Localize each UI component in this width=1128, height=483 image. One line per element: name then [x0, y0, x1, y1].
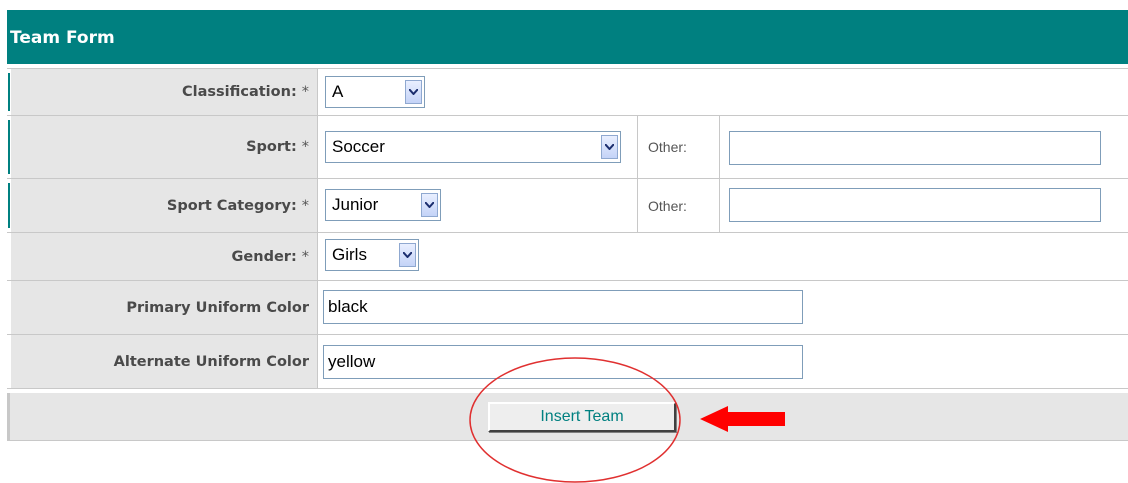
chevron-down-icon[interactable] [405, 80, 422, 104]
gender-select[interactable]: Girls [325, 239, 419, 271]
classification-label: Classification: * [11, 69, 317, 115]
sport-other-input[interactable] [729, 131, 1101, 165]
classification-row: Classification: * A [7, 69, 1128, 116]
required-marker: * [301, 248, 309, 265]
primary-color-cell: black [317, 281, 1128, 334]
classification-cell: A [317, 69, 1128, 115]
primary-color-input[interactable]: black [323, 290, 803, 324]
form-title: Team Form [7, 10, 1128, 64]
alternate-color-cell: yellow [317, 335, 1128, 388]
sport-category-select[interactable]: Junior [325, 189, 441, 221]
sport-category-other-cell [719, 179, 1128, 232]
classification-select[interactable]: A [325, 76, 425, 108]
sport-value: Soccer [332, 137, 385, 156]
required-marker: * [301, 84, 309, 100]
button-row: Insert Team [7, 393, 1128, 441]
required-marker: * [301, 139, 309, 155]
sport-category-value: Junior [332, 195, 379, 214]
chevron-down-icon[interactable] [421, 193, 438, 217]
sport-select[interactable]: Soccer [325, 131, 621, 163]
primary-color-label: Primary Uniform Color [11, 281, 317, 334]
chevron-down-icon[interactable] [399, 243, 416, 267]
gender-label-text: Gender: [231, 248, 297, 265]
primary-color-row: Primary Uniform Color black [7, 281, 1128, 335]
classification-value: A [332, 82, 344, 101]
gender-row: Gender: * Girls [7, 233, 1128, 281]
gender-label: Gender: * [11, 233, 317, 280]
sport-category-label: Sport Category: * [11, 179, 317, 232]
sport-label: Sport: * [11, 116, 317, 178]
chevron-down-icon[interactable] [601, 135, 618, 159]
sport-row: Sport: * Soccer Other: [7, 116, 1128, 179]
team-form: Classification: * A Sport: * Soccer Othe… [7, 68, 1128, 389]
sport-category-row: Sport Category: * Junior Other: [7, 179, 1128, 233]
sport-other-label: Other: [637, 116, 719, 178]
alternate-color-row: Alternate Uniform Color yellow [7, 335, 1128, 389]
insert-team-button[interactable]: Insert Team [488, 402, 676, 432]
alternate-color-input[interactable]: yellow [323, 345, 803, 379]
sport-category-other-label: Other: [637, 179, 719, 232]
gender-cell: Girls [317, 233, 1128, 280]
classification-label-text: Classification: [182, 84, 297, 100]
sport-category-other-input[interactable] [729, 188, 1101, 222]
gender-value: Girls [332, 245, 367, 264]
sport-category-label-text: Sport Category: [166, 197, 297, 214]
alternate-color-label: Alternate Uniform Color [11, 335, 317, 388]
sport-label-text: Sport: [246, 139, 297, 155]
required-marker: * [301, 197, 309, 214]
sport-other-cell [719, 116, 1128, 178]
